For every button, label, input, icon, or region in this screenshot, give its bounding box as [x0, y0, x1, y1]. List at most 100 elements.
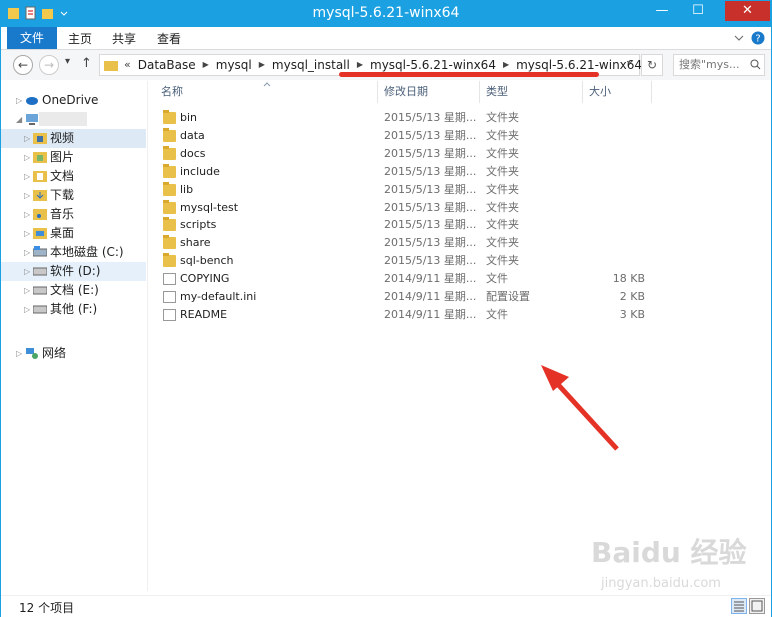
- back-button[interactable]: ←: [13, 55, 33, 75]
- chevron-right-icon[interactable]: ▶: [201, 55, 211, 75]
- file-type: 文件夹: [486, 164, 519, 178]
- expand-icon[interactable]: ▷: [24, 281, 30, 300]
- file-row[interactable]: docs 2015/5/13 星期... 文件夹: [151, 145, 651, 163]
- file-type: 文件夹: [486, 182, 519, 196]
- expand-icon[interactable]: ▷: [24, 148, 30, 167]
- sidebar-item-downloads[interactable]: ▷ 下载: [1, 186, 146, 205]
- file-row[interactable]: mysql-test 2015/5/13 星期... 文件夹: [151, 199, 651, 217]
- watermark-logo: Baidu 经验: [591, 536, 747, 569]
- expand-icon[interactable]: ▷: [24, 186, 30, 205]
- tab-share[interactable]: 共享: [102, 29, 146, 49]
- large-icons-view-button[interactable]: [749, 598, 765, 614]
- expand-icon[interactable]: ▷: [24, 262, 30, 281]
- column-divider[interactable]: [582, 81, 583, 103]
- sidebar-item-drive-d[interactable]: ▷ 软件 (D:): [1, 262, 146, 281]
- chevron-right-icon[interactable]: ▶: [257, 55, 267, 75]
- chevron-down-icon[interactable]: [733, 32, 745, 44]
- breadcrumb-item-database[interactable]: DataBase: [133, 55, 201, 75]
- file-row[interactable]: include 2015/5/13 星期... 文件夹: [151, 163, 651, 181]
- file-name: data: [180, 128, 205, 142]
- file-name: scripts: [180, 218, 217, 232]
- sidebar-item-videos[interactable]: ▷ 视频: [1, 129, 146, 148]
- column-header-name[interactable]: 名称: [161, 81, 183, 103]
- file-row[interactable]: COPYING 2014/9/11 星期... 文件 18 KB: [151, 270, 651, 288]
- sidebar-item-drive-f[interactable]: ▷ 其他 (F:): [1, 300, 146, 319]
- file-date: 2014/9/11 星期...: [384, 290, 477, 303]
- expand-icon[interactable]: ▷: [16, 91, 22, 110]
- file-date: 2015/5/13 星期...: [384, 182, 477, 196]
- file-row[interactable]: bin 2015/5/13 星期... 文件夹: [151, 109, 651, 127]
- file-type: 文件夹: [486, 111, 519, 124]
- forward-button[interactable]: →: [39, 55, 59, 75]
- file-row[interactable]: data 2015/5/13 星期... 文件夹: [151, 127, 651, 145]
- file-row[interactable]: sql-bench 2015/5/13 星期... 文件夹: [151, 252, 651, 270]
- address-dropdown-button[interactable]: ⌄: [624, 53, 635, 68]
- tab-home[interactable]: 主页: [58, 29, 102, 49]
- refresh-button[interactable]: ↻: [641, 54, 663, 76]
- sidebar-item-pictures[interactable]: ▷ 图片: [1, 148, 146, 167]
- up-button[interactable]: ↑: [81, 56, 92, 71]
- file-date: 2014/9/11 星期...: [384, 307, 477, 321]
- file-date: 2015/5/13 星期...: [384, 146, 477, 160]
- expand-icon[interactable]: ▷: [24, 243, 30, 262]
- file-type: 文件夹: [486, 236, 519, 250]
- help-icon[interactable]: ?: [751, 31, 765, 45]
- item-count: 12 个项目: [19, 601, 75, 615]
- column-divider[interactable]: [479, 81, 480, 103]
- file-date: 2015/5/13 星期...: [384, 200, 477, 214]
- file-row[interactable]: my-default.ini 2014/9/11 星期... 配置设置 2 KB: [151, 288, 651, 306]
- watermark-url: jingyan.baidu.com: [601, 576, 721, 591]
- sidebar-item-music[interactable]: ▷ 音乐: [1, 205, 146, 224]
- file-date: 2015/5/13 星期...: [384, 111, 477, 124]
- search-input[interactable]: 搜索"mys...: [673, 54, 765, 76]
- column-header-type[interactable]: 类型: [486, 81, 508, 103]
- folder-icon: [163, 163, 176, 178]
- file-name: README: [180, 307, 228, 321]
- sidebar-item-drive-e[interactable]: ▷ 文档 (E:): [1, 281, 146, 300]
- search-placeholder: 搜索"mys...: [679, 58, 740, 71]
- file-row[interactable]: lib 2015/5/13 星期... 文件夹: [151, 181, 651, 199]
- file-row[interactable]: README 2014/9/11 星期... 文件 3 KB: [151, 306, 651, 324]
- maximize-button[interactable]: ☐: [681, 1, 715, 21]
- drive-icon: [33, 305, 47, 314]
- column-divider[interactable]: [377, 81, 378, 103]
- column-header-date[interactable]: 修改日期: [384, 81, 428, 103]
- expand-icon[interactable]: ▷: [24, 167, 30, 186]
- tab-view[interactable]: 查看: [147, 29, 191, 49]
- close-button[interactable]: ✕: [725, 1, 770, 21]
- collapse-icon[interactable]: ◢: [16, 110, 22, 129]
- file-icon: [163, 273, 176, 286]
- folder-icon: [163, 181, 176, 196]
- sidebar-item-network[interactable]: ▷ 网络: [1, 344, 146, 363]
- minimize-button[interactable]: —: [645, 1, 679, 21]
- title-bar: mysql-5.6.21-winx64 — ☐ ✕: [1, 1, 771, 27]
- file-type: 配置设置: [486, 290, 530, 303]
- recent-locations-button[interactable]: ▾: [65, 56, 70, 67]
- column-header-size[interactable]: 大小: [589, 81, 611, 103]
- sidebar-item-documents[interactable]: ▷ 文档: [1, 167, 146, 186]
- sidebar-item-drive-c[interactable]: ▷ 本地磁盘 (C:): [1, 243, 146, 262]
- file-date: 2015/5/13 星期...: [384, 236, 477, 250]
- status-bar: 12 个项目: [1, 595, 771, 617]
- sidebar-item-desktop[interactable]: ▷ 桌面: [1, 224, 146, 243]
- expand-icon[interactable]: ▷: [24, 129, 30, 148]
- expand-icon[interactable]: ▷: [24, 300, 30, 319]
- search-icon[interactable]: [750, 59, 761, 70]
- annotation-arrow: [541, 365, 619, 451]
- file-name: include: [180, 164, 220, 178]
- expand-icon[interactable]: ▷: [24, 205, 30, 224]
- file-type: 文件: [486, 307, 508, 321]
- breadcrumb-item-mysql[interactable]: mysql: [211, 55, 257, 75]
- file-row[interactable]: share 2015/5/13 星期... 文件夹: [151, 234, 651, 252]
- file-row[interactable]: scripts 2015/5/13 星期... 文件夹: [151, 216, 651, 234]
- expand-icon[interactable]: ▷: [24, 224, 30, 243]
- sidebar-item-onedrive[interactable]: ▷ OneDrive: [1, 91, 146, 110]
- sidebar-item-this-pc[interactable]: ◢: [1, 110, 146, 129]
- expand-icon[interactable]: ▷: [16, 344, 22, 363]
- file-date: 2015/5/13 星期...: [384, 254, 477, 268]
- folder-icon: [163, 217, 176, 232]
- overflow-icon[interactable]: «: [122, 55, 133, 75]
- tab-file[interactable]: 文件: [7, 27, 58, 49]
- details-view-button[interactable]: [731, 598, 747, 614]
- column-divider[interactable]: [651, 81, 652, 103]
